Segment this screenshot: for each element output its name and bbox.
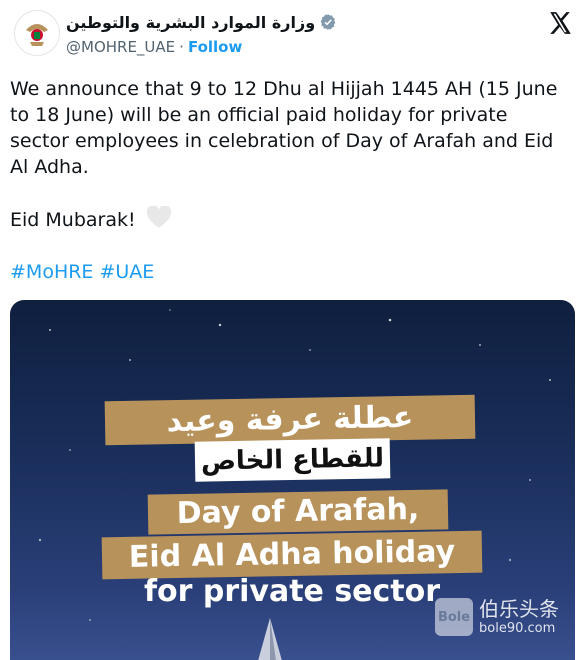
name-row: وزارة الموارد البشرية والتوطين [66, 11, 337, 33]
tweet-header: وزارة الموارد البشرية والتوطين @MOHRE_UA… [0, 0, 587, 60]
english-title-line2: Eid Al Adha holiday [101, 530, 483, 580]
arabic-subtitle-banner: للقطاع الخاص [194, 438, 391, 482]
follow-button[interactable]: Follow [188, 38, 242, 56]
watermark: Bole 伯乐头条 bole90.com [435, 592, 575, 642]
english-title-line1: Day of Arafah, [147, 489, 449, 535]
watermark-brand: 伯乐头条 [479, 597, 559, 621]
separator: · [179, 38, 184, 56]
handle-row: @MOHRE_UAE · Follow [66, 38, 242, 56]
heart-icon [146, 206, 171, 228]
watermark-logo: Bole [435, 598, 473, 636]
x-logo-icon[interactable] [547, 10, 573, 36]
verified-badge-icon [320, 14, 336, 30]
watermark-url: bole90.com [479, 621, 556, 636]
emblem-icon [21, 17, 53, 49]
tweet-paragraph-greeting: Eid Mubarak! [10, 206, 572, 233]
handle[interactable]: @MOHRE_UAE [66, 38, 175, 56]
english-title-line3: for private sector [143, 574, 441, 609]
arabic-title-banner: عطلة عرفة وعيد الأضحى [104, 394, 476, 482]
hashtag-uae[interactable]: #UAE [99, 261, 154, 283]
watermark-text: 伯乐头条 bole90.com [479, 597, 559, 637]
display-name[interactable]: وزارة الموارد البشرية والتوطين [66, 13, 315, 32]
building-icon [258, 618, 282, 660]
hashtag-mohre[interactable]: #MoHRE [10, 261, 93, 283]
hashtags: #MoHRE #UAE [10, 259, 572, 285]
tweet-body: We announce that 9 to 12 Dhu al Hijjah 1… [10, 76, 572, 285]
tweet-media-image[interactable]: عطلة عرفة وعيد الأضحى للقطاع الخاص Day o… [10, 300, 575, 660]
greeting-text: Eid Mubarak! [10, 209, 136, 231]
avatar[interactable] [14, 10, 60, 56]
tweet-paragraph-announcement: We announce that 9 to 12 Dhu al Hijjah 1… [10, 78, 558, 178]
